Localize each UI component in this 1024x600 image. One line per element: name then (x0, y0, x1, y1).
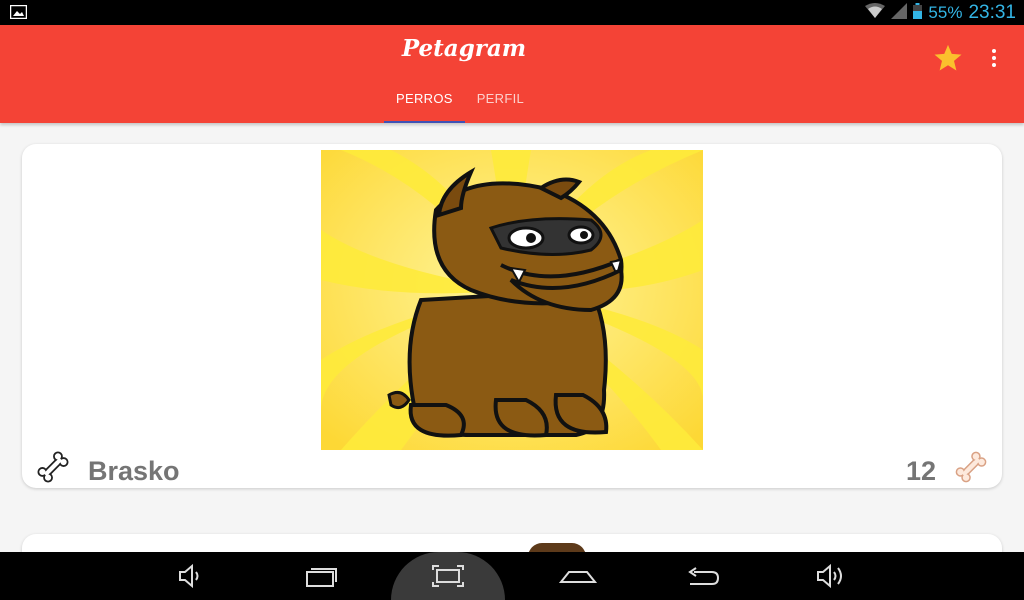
battery-icon (913, 2, 923, 24)
system-nav-bar (0, 552, 1024, 600)
battery-percent: 55% (928, 3, 963, 22)
back-icon[interactable] (686, 560, 720, 592)
clock: 23:31 (968, 2, 1016, 23)
app-title: Petagram (401, 35, 527, 62)
like-count: 12 (905, 456, 936, 486)
volume-down-icon[interactable] (174, 560, 208, 592)
pet-card: Brasko 12 (22, 144, 1002, 488)
recent-apps-icon[interactable] (304, 560, 338, 592)
pet-name: Brasko (88, 456, 180, 486)
star-icon[interactable] (933, 43, 963, 73)
overflow-menu-icon[interactable] (984, 45, 1004, 71)
bone-like-icon[interactable] (36, 450, 70, 484)
signal-icon (891, 2, 908, 24)
screenshot-icon[interactable] (431, 560, 465, 592)
pet-photo (321, 150, 703, 450)
bone-rating-icon (954, 450, 988, 484)
tab-perros-label: PERROS (396, 91, 453, 106)
tab-perfil-label: PERFIL (476, 91, 525, 106)
tab-perfil[interactable]: PERFIL (465, 85, 536, 123)
app-bar: Petagram PERROS PERFIL (0, 25, 1024, 123)
tab-perros[interactable]: PERROS (384, 85, 465, 123)
status-bar: 55% 23:31 (0, 0, 1024, 25)
wifi-icon (865, 2, 886, 24)
image-notification-icon (9, 4, 28, 24)
tab-bar: PERROS PERFIL (384, 85, 536, 123)
home-icon[interactable] (558, 560, 598, 592)
volume-up-icon[interactable] (814, 560, 848, 592)
